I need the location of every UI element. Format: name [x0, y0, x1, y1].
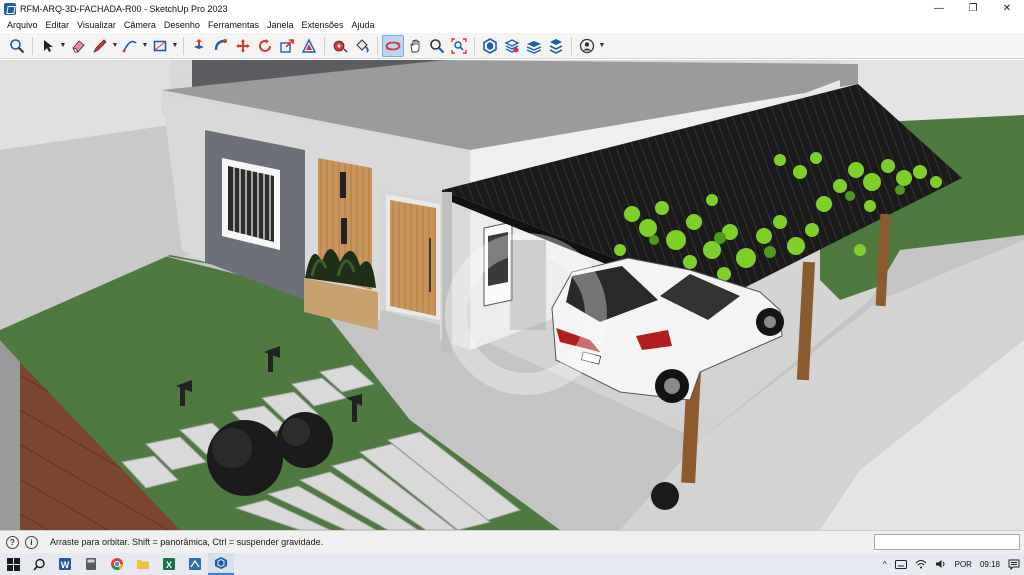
- close-button[interactable]: ✕: [990, 0, 1024, 17]
- zoom-extents-icon[interactable]: [6, 35, 28, 57]
- 3d-model-render[interactable]: [0, 60, 1024, 530]
- menu-ferramentas[interactable]: Ferramentas: [204, 20, 263, 30]
- follow-me-icon[interactable]: [210, 35, 232, 57]
- windows-taskbar: W X ^ POR 09:18: [0, 553, 1024, 575]
- scale-icon[interactable]: [276, 35, 298, 57]
- tray-overflow-icon[interactable]: ^: [879, 560, 891, 569]
- chrome-icon[interactable]: [104, 553, 130, 575]
- move-icon[interactable]: [232, 35, 254, 57]
- menu-arquivo[interactable]: Arquivo: [3, 20, 42, 30]
- select-dropdown-icon[interactable]: ▼: [59, 42, 67, 49]
- toolbar-separator: [32, 36, 33, 55]
- window-title: RFM-ARQ-3D-FACHADA-R00 - SketchUp Pro 20…: [20, 3, 228, 14]
- toolbar-separator: [377, 36, 378, 55]
- arc-dropdown-icon[interactable]: ▼: [141, 42, 149, 49]
- excel-icon[interactable]: X: [156, 553, 182, 575]
- file-explorer-icon[interactable]: [130, 553, 156, 575]
- rectangle-icon[interactable]: [149, 35, 171, 57]
- front-window: [222, 158, 280, 250]
- arc-icon[interactable]: [119, 35, 141, 57]
- keyboard-icon[interactable]: [891, 559, 911, 569]
- select-icon[interactable]: [37, 35, 59, 57]
- menu-extensoes[interactable]: Extensões: [298, 20, 348, 30]
- status-hint-text: Arraste para orbitar. Shift = panorâmica…: [50, 537, 324, 547]
- volume-icon[interactable]: [931, 559, 951, 569]
- toolbar-separator: [324, 36, 325, 55]
- layers-icon[interactable]: [523, 35, 545, 57]
- rotate-icon[interactable]: [254, 35, 276, 57]
- main-toolbar: ▼ ▼ ▼ ▼ ▼: [0, 33, 1024, 59]
- sketchup-layout-icon[interactable]: [182, 553, 208, 575]
- sketchup-app-icon: [4, 2, 16, 15]
- offset-icon[interactable]: [298, 35, 320, 57]
- account-icon[interactable]: [576, 35, 598, 57]
- word-icon[interactable]: W: [52, 553, 78, 575]
- measurements-box[interactable]: [874, 534, 1020, 550]
- language-indicator[interactable]: POR: [951, 560, 976, 569]
- menu-visualizar[interactable]: Visualizar: [73, 20, 120, 30]
- extension-warehouse-icon[interactable]: [501, 35, 523, 57]
- zoom-window-icon[interactable]: [448, 35, 470, 57]
- toolbar-separator: [571, 36, 572, 55]
- account-dropdown-icon[interactable]: ▼: [598, 42, 606, 49]
- menu-bar: Arquivo Editar Visualizar Câmera Desenho…: [0, 17, 1024, 33]
- maximize-button[interactable]: ❐: [956, 0, 990, 17]
- sketchup-icon[interactable]: [208, 553, 234, 575]
- search-icon[interactable]: [26, 553, 52, 575]
- geolocation-info-icon[interactable]: ?: [6, 535, 19, 549]
- pencil-line-icon[interactable]: [89, 35, 111, 57]
- notification-icon[interactable]: [1004, 559, 1024, 570]
- calculator-icon[interactable]: [78, 553, 104, 575]
- toolbar-separator: [474, 36, 475, 55]
- orbit-icon[interactable]: [382, 34, 404, 57]
- windows-start-icon[interactable]: [0, 553, 26, 575]
- tape-measure-icon[interactable]: [329, 35, 351, 57]
- status-bar: ? i Arraste para orbitar. Shift = panorâ…: [0, 530, 1024, 553]
- model-viewport[interactable]: [0, 60, 1024, 530]
- warehouse-icon[interactable]: [479, 35, 501, 57]
- extension-manager-icon[interactable]: [545, 35, 567, 57]
- push-pull-icon[interactable]: [188, 35, 210, 57]
- minimize-button[interactable]: —: [922, 0, 956, 17]
- menu-janela[interactable]: Janela: [263, 20, 298, 30]
- menu-desenho[interactable]: Desenho: [160, 20, 204, 30]
- toolbar-separator: [183, 36, 184, 55]
- eraser-icon[interactable]: [67, 35, 89, 57]
- clock[interactable]: 09:18: [976, 560, 1004, 569]
- shapes-dropdown-icon[interactable]: ▼: [171, 42, 179, 49]
- wifi-icon[interactable]: [911, 559, 931, 569]
- instructor-info-icon[interactable]: i: [25, 535, 38, 549]
- paint-bucket-icon[interactable]: [351, 35, 373, 57]
- line-dropdown-icon[interactable]: ▼: [111, 42, 119, 49]
- svg-text:X: X: [166, 560, 172, 570]
- title-bar: RFM-ARQ-3D-FACHADA-R00 - SketchUp Pro 20…: [0, 0, 1024, 17]
- zoom-icon[interactable]: [426, 35, 448, 57]
- svg-text:W: W: [61, 560, 70, 570]
- window-controls: — ❐ ✕: [922, 0, 1024, 17]
- menu-camera[interactable]: Câmera: [120, 20, 160, 30]
- pan-icon[interactable]: [404, 35, 426, 57]
- system-tray: ^ POR 09:18: [879, 553, 1024, 575]
- menu-editar[interactable]: Editar: [42, 20, 74, 30]
- menu-ajuda[interactable]: Ajuda: [348, 20, 379, 30]
